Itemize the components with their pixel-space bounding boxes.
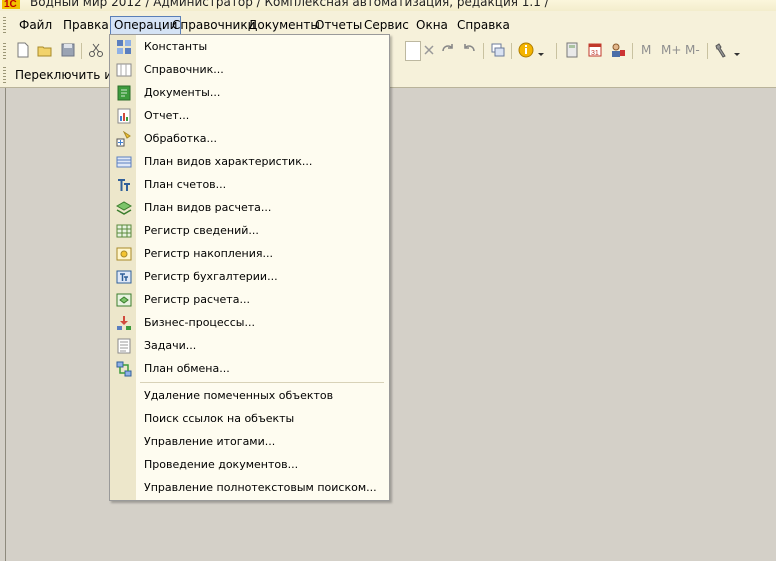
menu-item-tasks[interactable]: Задачи... — [110, 336, 389, 356]
menu-edit[interactable]: Правка — [60, 17, 112, 34]
menu-item-label: Справочник... — [144, 63, 224, 76]
memory-minus-button[interactable]: M- — [685, 41, 700, 59]
menu-item-label: План счетов... — [144, 178, 227, 191]
menu-item-constants[interactable]: Константы — [110, 37, 389, 57]
menu-item-characteristic-types[interactable]: План видов характеристик... — [110, 152, 389, 172]
menu-item-label: Регистр расчета... — [144, 293, 250, 306]
info-icon[interactable] — [518, 42, 534, 58]
catalog-icon — [116, 63, 132, 77]
business-processes-icon — [117, 316, 131, 330]
workspace-border — [5, 88, 6, 561]
constants-icon — [117, 40, 131, 54]
toolbar-separator — [707, 43, 708, 59]
new-document-icon[interactable] — [15, 42, 31, 58]
menu-item-label: Проведение документов... — [144, 458, 299, 471]
calendar-icon[interactable]: 31 — [587, 42, 603, 58]
toolbar-grip[interactable] — [3, 67, 6, 83]
menu-item-label: Бизнес-процессы... — [144, 316, 255, 329]
menu-item-catalog[interactable]: Справочник... — [110, 60, 389, 80]
toolbar-separator — [511, 43, 512, 59]
settings-tools-icon[interactable] — [714, 42, 730, 58]
toolbar-separator — [81, 43, 82, 59]
menu-item-label: Константы — [144, 40, 208, 53]
menu-item-totals-management[interactable]: Управление итогами... — [110, 432, 389, 452]
toolbar-combo[interactable] — [405, 41, 421, 61]
characteristic-types-icon — [116, 156, 132, 168]
menu-help[interactable]: Справка — [454, 17, 513, 34]
documents-icon — [117, 85, 131, 101]
menu-item-post-documents[interactable]: Проведение документов... — [110, 455, 389, 475]
users-icon[interactable] — [610, 42, 626, 58]
menu-item-label: Регистр сведений... — [144, 224, 259, 237]
svg-text:31: 31 — [591, 50, 599, 57]
menu-item-business-processes[interactable]: Бизнес-процессы... — [110, 313, 389, 333]
menu-item-label: Задачи... — [144, 339, 197, 352]
calculation-types-icon — [116, 201, 132, 215]
menu-item-report[interactable]: Отчет... — [110, 106, 389, 126]
menubar-grip[interactable] — [3, 17, 6, 33]
menu-item-chart-of-accounts[interactable]: План счетов... — [110, 175, 389, 195]
save-icon[interactable] — [60, 42, 76, 58]
accounting-register-icon — [116, 270, 132, 284]
calculation-register-icon — [116, 293, 132, 307]
toolbar-separator — [632, 43, 633, 59]
menu-item-label: Управление итогами... — [144, 435, 276, 448]
menu-item-accumulation-register[interactable]: Регистр накопления... — [110, 244, 389, 264]
memory-plus-button[interactable]: M+ — [661, 41, 681, 59]
menu-reports[interactable]: Отчеты — [312, 17, 365, 34]
menu-item-documents[interactable]: Документы... — [110, 83, 389, 103]
toolbar-separator — [483, 43, 484, 59]
menu-item-label: Управление полнотекстовым поиском... — [144, 481, 377, 494]
menu-item-label: Регистр бухгалтерии... — [144, 270, 278, 283]
menu-item-label: Отчет... — [144, 109, 190, 122]
menu-item-fulltext-search[interactable]: Управление полнотекстовым поиском... — [110, 478, 389, 498]
toolbar-grip[interactable] — [3, 43, 6, 59]
clear-icon[interactable] — [421, 42, 437, 58]
information-register-icon — [116, 224, 132, 238]
menu-item-label: План обмена... — [144, 362, 230, 375]
menu-separator — [140, 382, 384, 383]
menu-item-label: План видов характеристик... — [144, 155, 313, 168]
menu-item-information-register[interactable]: Регистр сведений... — [110, 221, 389, 241]
dropdown-arrow-icon[interactable] — [537, 42, 545, 58]
data-processor-icon — [116, 131, 131, 147]
menu-item-data-processor[interactable]: Обработка... — [110, 129, 389, 149]
chart-of-accounts-icon — [118, 179, 130, 191]
menu-file[interactable]: Файл — [16, 17, 55, 34]
svg-text:1C: 1C — [4, 0, 17, 9]
tasks-icon — [117, 338, 131, 354]
menu-item-label: Поиск ссылок на объекты — [144, 412, 295, 425]
menu-item-label: План видов расчета... — [144, 201, 272, 214]
refresh-icon[interactable] — [440, 42, 456, 58]
toolbar-separator — [556, 43, 557, 59]
menu-item-label: Документы... — [144, 86, 221, 99]
windows-icon[interactable] — [490, 42, 506, 58]
open-folder-icon[interactable] — [37, 42, 53, 58]
window-title: Водный мир 2012 / Администратор / Компле… — [30, 0, 549, 9]
menu-item-delete-marked[interactable]: Удаление помеченных объектов — [110, 386, 389, 406]
menu-service[interactable]: Сервис — [361, 17, 412, 34]
menu-item-calculation-types[interactable]: План видов расчета... — [110, 198, 389, 218]
dropdown-arrow-icon[interactable] — [733, 42, 741, 58]
menu-windows[interactable]: Окна — [413, 17, 451, 34]
exchange-plan-icon — [116, 361, 132, 377]
calculator-icon[interactable] — [564, 42, 580, 58]
report-icon — [117, 108, 131, 124]
menu-item-exchange-plan[interactable]: План обмена... — [110, 359, 389, 379]
back-icon[interactable] — [461, 42, 477, 58]
operations-menu: Константы Справочник... Документы... Отч… — [109, 34, 390, 501]
menu-item-label: Удаление помеченных объектов — [144, 389, 334, 402]
menu-item-find-references[interactable]: Поиск ссылок на объекты — [110, 409, 389, 429]
menu-item-accounting-register[interactable]: Регистр бухгалтерии... — [110, 267, 389, 287]
cut-icon[interactable] — [88, 42, 104, 58]
menu-item-label: Обработка... — [144, 132, 217, 145]
1c-logo-icon: 1C — [2, 0, 20, 9]
title-bar: 1C Водный мир 2012 / Администратор / Ком… — [0, 0, 776, 11]
menu-item-label: Регистр накопления... — [144, 247, 274, 260]
memory-button[interactable]: M — [641, 41, 651, 59]
accumulation-register-icon — [116, 247, 132, 261]
menu-item-calculation-register[interactable]: Регистр расчета... — [110, 290, 389, 310]
